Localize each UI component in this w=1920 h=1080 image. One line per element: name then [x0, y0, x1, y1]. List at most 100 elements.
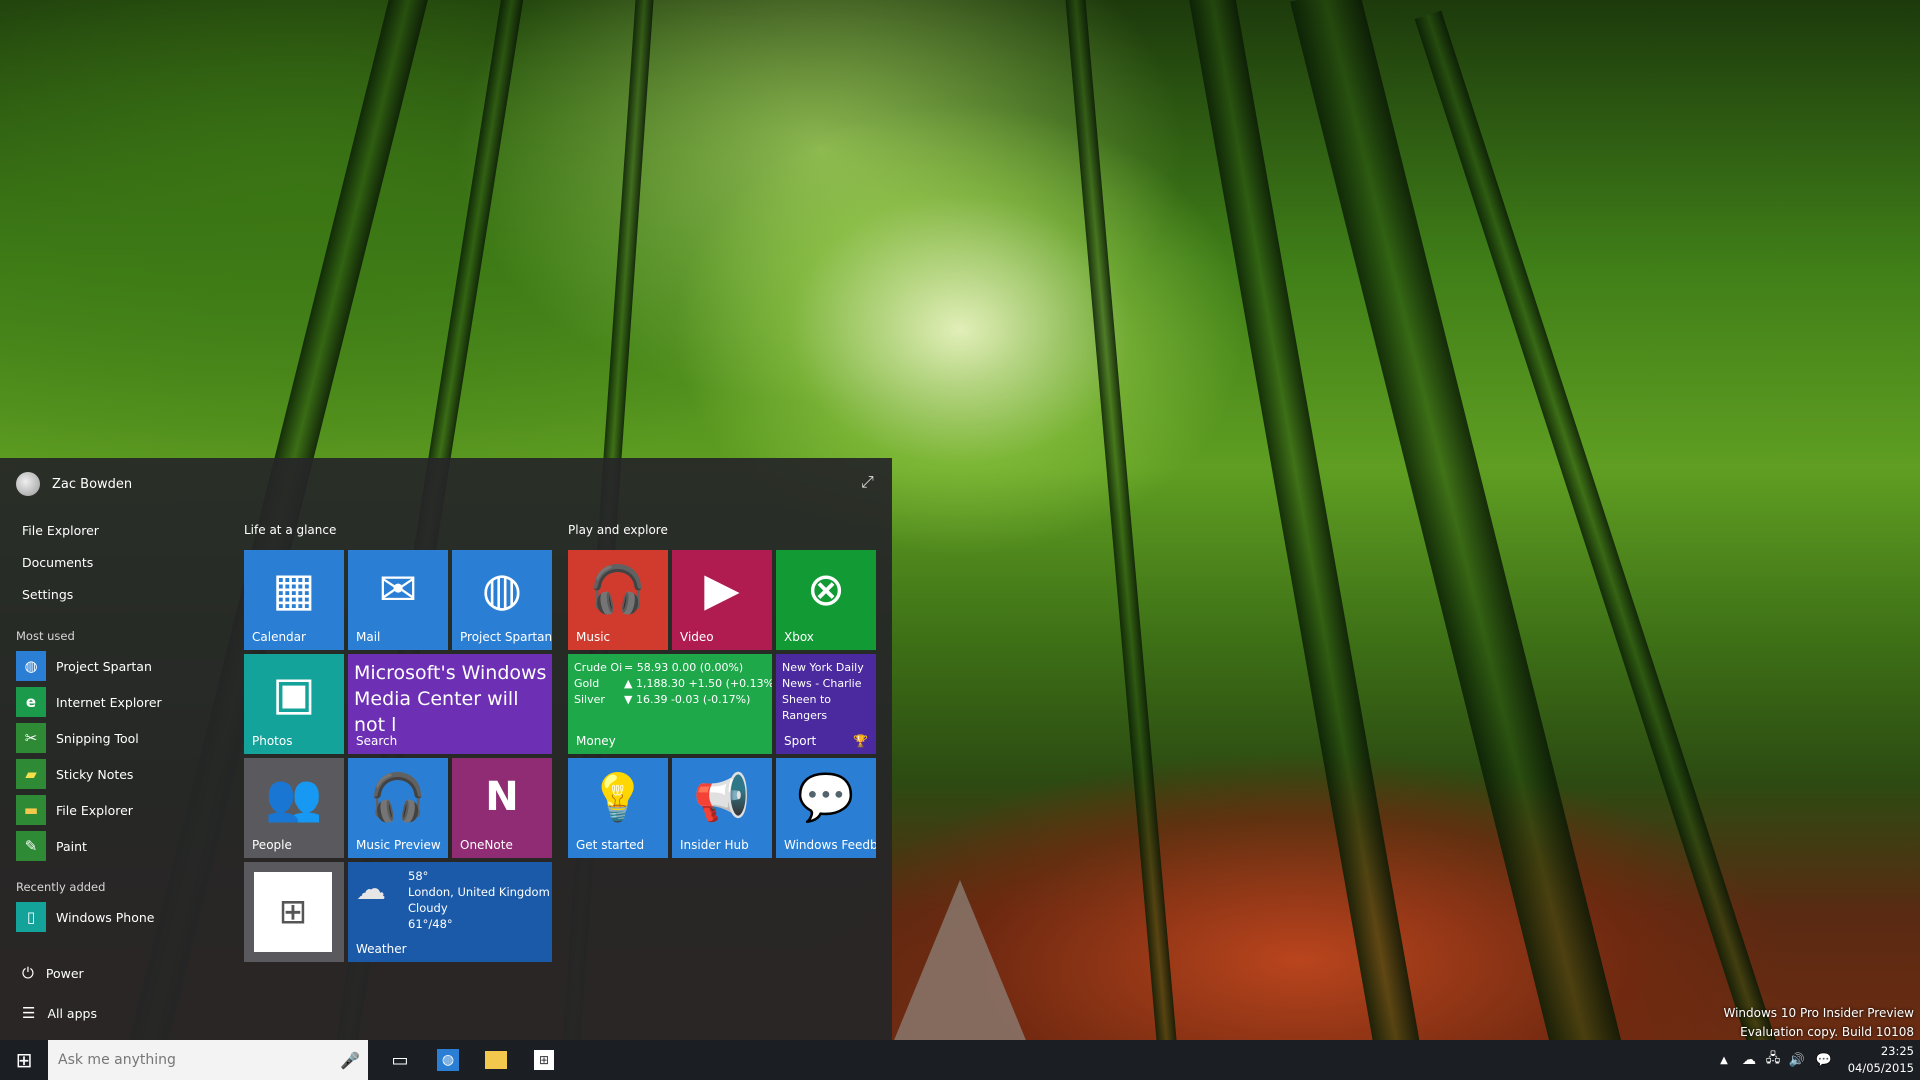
- tile-label: Project Spartan: [460, 630, 552, 644]
- tile-weather[interactable]: ☁ 58° London, United Kingdom Cloudy 61°/…: [348, 862, 552, 962]
- tile-label: People: [252, 838, 292, 852]
- user-name: Zac Bowden: [52, 476, 133, 492]
- app-label: Project Spartan: [56, 658, 152, 674]
- weather-location: London, United Kingdom: [408, 885, 550, 899]
- start-menu: Zac Bowden ⤢ File Explorer Documents Set…: [0, 458, 892, 1040]
- app-label: Snipping Tool: [56, 730, 139, 746]
- power-button[interactable]: ⏻ Power: [22, 964, 84, 982]
- taskbar: ⊞ 🎤 ▭ ◍ ⊞ ▲ ☁ 🖧 🔊 💬 23:25 04/05/2015: [0, 1040, 1920, 1080]
- money-name: Silver: [574, 693, 605, 706]
- onenote-icon: N: [485, 774, 519, 820]
- money-row: Silver ▼ 16.39 -0.03 (-0.17%): [574, 692, 772, 708]
- start-button[interactable]: ⊞: [0, 1040, 48, 1080]
- place-settings[interactable]: Settings: [22, 587, 73, 602]
- tile-label: Mail: [356, 630, 381, 644]
- money-rows: Crude Oi = 58.93 0.00 (0.00%) Gold ▲ 1,188…: [574, 660, 772, 708]
- money-arrow: ▼: [624, 693, 633, 706]
- place-documents[interactable]: Documents: [22, 555, 93, 570]
- group-life-at-a-glance: Life at a glance: [244, 523, 337, 537]
- app-file-explorer[interactable]: ▬ File Explorer: [16, 795, 133, 825]
- video-icon: ▶: [704, 562, 740, 616]
- app-windows-phone[interactable]: ▯ Windows Phone: [16, 902, 155, 932]
- microphone-icon[interactable]: 🎤: [340, 1051, 360, 1070]
- expand-icon[interactable]: ⤢: [861, 472, 874, 492]
- tile-label: Insider Hub: [680, 838, 749, 852]
- tile-insider-hub[interactable]: 📢 Insider Hub: [672, 758, 772, 858]
- place-file-explorer[interactable]: File Explorer: [22, 523, 99, 538]
- tile-photos[interactable]: ▣ Photos: [244, 654, 344, 754]
- app-project-spartan[interactable]: ◍ Project Spartan: [16, 651, 152, 681]
- tile-windows-feedback[interactable]: 💬 Windows Feedb: [776, 758, 876, 858]
- headphones-icon: 🎧: [369, 770, 427, 824]
- tile-label: Music: [576, 630, 611, 644]
- tile-video[interactable]: ▶ Video: [672, 550, 772, 650]
- taskbar-store[interactable]: ⊞: [520, 1040, 568, 1080]
- app-snipping-tool[interactable]: ✂ Snipping Tool: [16, 723, 139, 753]
- tile-label: Photos: [252, 734, 293, 748]
- network-icon[interactable]: 🖧: [1762, 1040, 1784, 1080]
- action-center-icon[interactable]: 💬: [1812, 1040, 1836, 1080]
- task-view-button[interactable]: ▭: [376, 1040, 424, 1080]
- search-headline: Microsoft's Windows Media Center will no…: [354, 662, 547, 736]
- clock-time[interactable]: 23:25: [1881, 1044, 1914, 1058]
- money-value: 58.93 0.00 (0.00%): [636, 661, 744, 674]
- weather-temp: 58°: [408, 869, 429, 883]
- sport-headline: New York Daily News - Charlie Sheen to R…: [782, 661, 864, 722]
- chevron-up-icon[interactable]: ▲: [1716, 1040, 1732, 1080]
- globe-icon: ◍: [16, 651, 46, 681]
- app-paint[interactable]: ✎ Paint: [16, 831, 87, 861]
- user-account[interactable]: Zac Bowden: [16, 472, 132, 496]
- search-box[interactable]: 🎤: [48, 1040, 368, 1080]
- scissors-icon: ✂: [16, 723, 46, 753]
- app-label: Sticky Notes: [56, 766, 134, 782]
- app-label: File Explorer: [56, 802, 133, 818]
- folder-icon: [485, 1051, 507, 1069]
- search-input[interactable]: [48, 1051, 340, 1069]
- tile-label: Weather: [356, 942, 407, 956]
- power-icon: ⏻: [22, 964, 34, 982]
- money-row: Gold ▲ 1,188.30 +1.50 (+0.13%: [574, 676, 772, 692]
- tile-label: Calendar: [252, 630, 306, 644]
- onedrive-icon[interactable]: ☁: [1738, 1040, 1760, 1080]
- tile-search[interactable]: Microsoft's Windows Media Center will no…: [348, 654, 552, 754]
- watermark-line: Windows 10 Pro Insider Preview: [1723, 1006, 1914, 1020]
- tile-project-spartan[interactable]: ◍ Project Spartan: [452, 550, 552, 650]
- app-internet-explorer[interactable]: e Internet Explorer: [16, 687, 162, 717]
- list-icon: ☰: [22, 1004, 36, 1022]
- mail-icon: ✉: [378, 562, 418, 616]
- recently-added-label: Recently added: [16, 880, 106, 894]
- tile-label: Xbox: [784, 630, 814, 644]
- clock-date[interactable]: 04/05/2015: [1848, 1061, 1914, 1075]
- note-icon: ▰: [16, 759, 46, 789]
- taskbar-file-explorer[interactable]: [472, 1040, 520, 1080]
- tile-get-started[interactable]: 💡 Get started: [568, 758, 668, 858]
- tile-xbox[interactable]: ⊗ Xbox: [776, 550, 876, 650]
- tile-label: Search: [356, 734, 398, 748]
- tile-onenote[interactable]: N OneNote: [452, 758, 552, 858]
- app-label: Paint: [56, 838, 87, 854]
- all-apps-button[interactable]: ☰ All apps: [22, 1004, 97, 1022]
- tile-label: Get started: [576, 838, 645, 852]
- trophy-icon: 🏆: [853, 734, 868, 748]
- app-sticky-notes[interactable]: ▰ Sticky Notes: [16, 759, 133, 789]
- tile-label: Windows Feedb: [784, 838, 876, 852]
- phone-icon: ▯: [16, 902, 46, 932]
- tile-store[interactable]: ⊞: [244, 862, 344, 962]
- money-arrow: ▲: [624, 677, 633, 690]
- taskbar-project-spartan[interactable]: ◍: [424, 1040, 472, 1080]
- tile-sport[interactable]: New York Daily News - Charlie Sheen to R…: [776, 654, 876, 754]
- money-value: 16.39 -0.03 (-0.17%): [635, 693, 751, 706]
- tile-mail[interactable]: ✉ Mail: [348, 550, 448, 650]
- tile-people[interactable]: 👥 People: [244, 758, 344, 858]
- people-icon: 👥: [265, 770, 323, 824]
- tile-music[interactable]: 🎧 Music: [568, 550, 668, 650]
- volume-icon[interactable]: 🔊: [1786, 1040, 1808, 1080]
- tile-label: OneNote: [460, 838, 513, 852]
- tile-music-preview[interactable]: 🎧 Music Preview: [348, 758, 448, 858]
- tile-calendar[interactable]: ▦ Calendar: [244, 550, 344, 650]
- globe-icon: ◍: [481, 562, 523, 616]
- tile-label: Music Preview: [356, 838, 441, 852]
- store-icon: ⊞: [254, 872, 332, 952]
- weather-range: 61°/48°: [408, 917, 453, 931]
- tile-money[interactable]: Crude Oi = 58.93 0.00 (0.00%) Gold ▲ 1,188…: [568, 654, 772, 754]
